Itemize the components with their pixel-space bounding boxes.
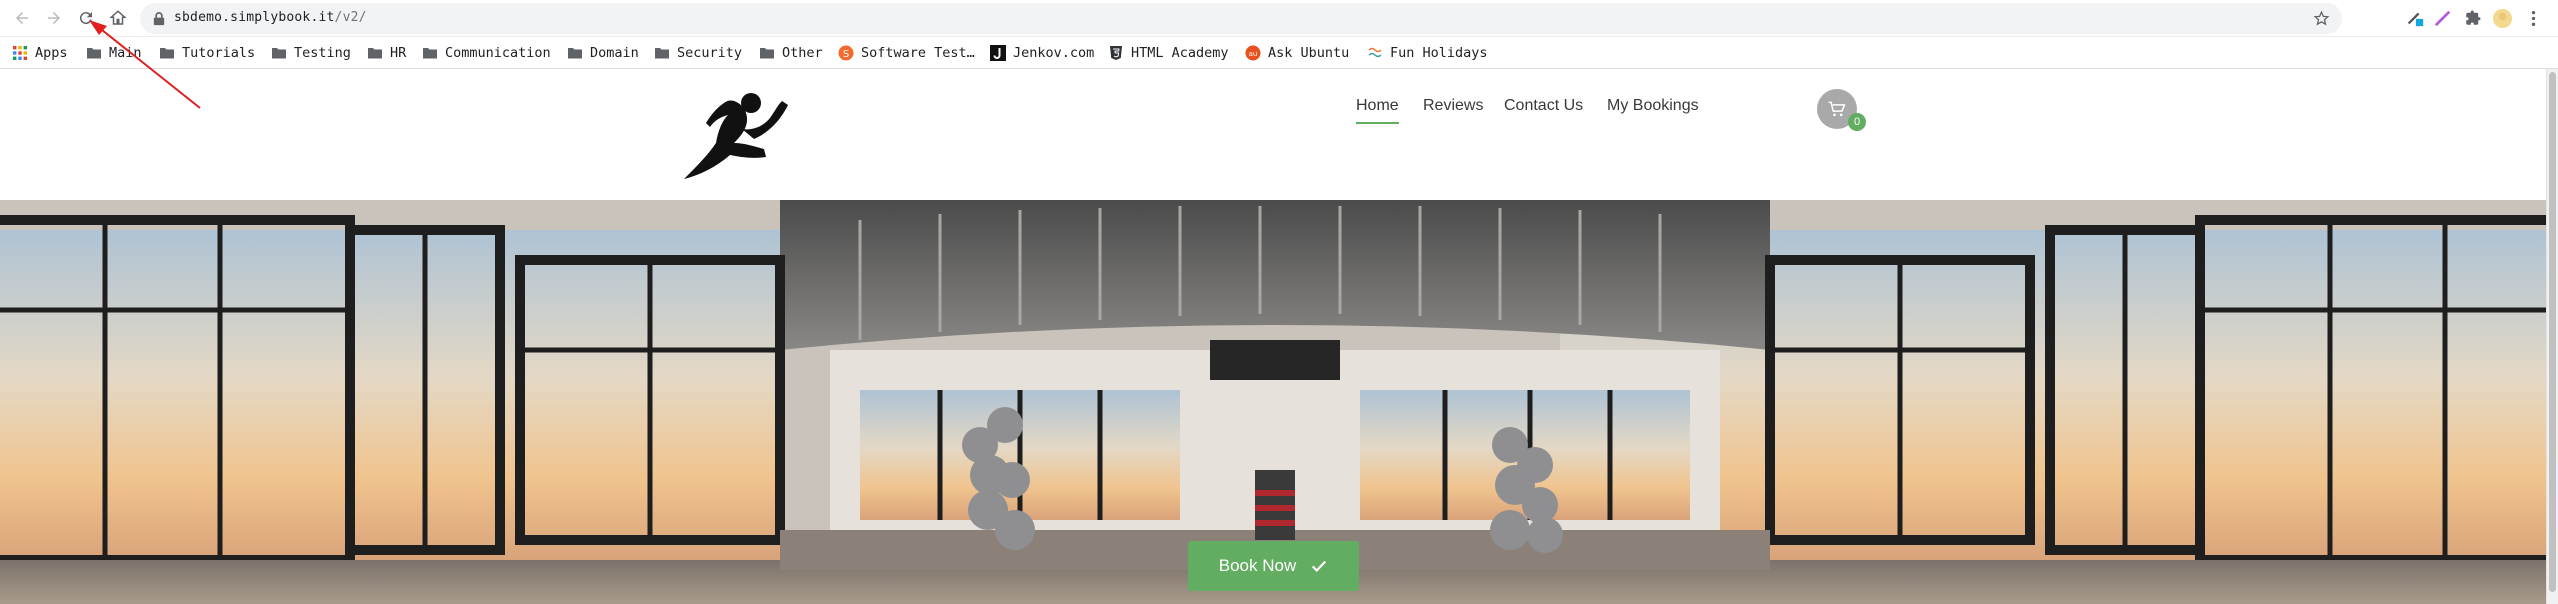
checkmark-icon [1312,560,1327,573]
nav-reviews[interactable]: Reviews [1423,97,1483,122]
scrollbar-thumb[interactable] [2549,72,2556,592]
book-now-button[interactable]: Book Now [1188,541,1359,591]
extension-icon[interactable] [2404,7,2426,29]
bookmark-label: Software Test… [861,45,975,61]
bookmarks-bar: Apps Main Tutorials Testing HR Communica… [0,37,2558,69]
avatar-icon [2492,8,2512,28]
bookmark-ask-ubuntu[interactable]: au Ask Ubuntu [1245,43,1349,63]
html-academy-favicon [1110,46,1122,60]
bookmark-apps[interactable]: Apps [12,43,68,63]
extension-icon[interactable] [2432,7,2454,29]
address-bar[interactable]: sbdemo.simplybook.it/v2/ [140,3,2342,34]
browser-menu-button[interactable] [2522,7,2544,29]
browser-toolbar: sbdemo.simplybook.it/v2/ [0,0,2558,37]
bookmark-label: Testing [294,45,351,61]
software-test-favicon: S [838,45,854,61]
folder-icon [368,48,382,59]
pen-extension-icon [2435,11,2450,26]
bookmark-folder-testing[interactable]: Testing [271,43,351,63]
kebab-menu-icon [2531,10,2535,26]
nav-home[interactable]: Home [1356,97,1399,124]
folder-icon [423,48,437,59]
hero-banner: Book Now [0,200,2546,604]
folder-icon [568,48,582,59]
bookmark-fun-holidays[interactable]: Fun Holidays [1367,43,1488,63]
bookmark-jenkov[interactable]: Jenkov.com [990,43,1094,63]
bookmark-html-academy[interactable]: HTML Academy [1108,43,1229,63]
forward-button[interactable] [40,4,68,32]
bookmark-folder-communication[interactable]: Communication [422,43,551,63]
svg-text:au: au [1249,50,1258,58]
apps-grid-icon [13,46,27,60]
bookmark-label: HR [390,45,407,61]
ask-ubuntu-favicon: au [1245,45,1261,61]
back-arrow-icon [16,12,28,24]
bookmark-star-icon[interactable] [2313,10,2330,27]
runner-logo[interactable] [680,91,794,181]
profile-avatar[interactable] [2491,7,2513,29]
nav-contact-us[interactable]: Contact Us [1504,97,1583,122]
bookmark-label: Security [677,45,743,61]
bookmark-label: Other [782,45,823,61]
bookmark-label: Apps [35,45,68,61]
bookmark-label: Fun Holidays [1390,45,1488,61]
jenkov-favicon [990,45,1006,61]
bookmark-folder-hr[interactable]: HR [367,43,406,63]
svg-text:S: S [843,49,849,60]
folder-icon [272,48,286,59]
bookmark-label: Domain [590,45,639,61]
bookmark-label: Jenkov.com [1013,45,1095,61]
forward-arrow-icon [48,12,60,24]
annotation-arrow-icon [89,20,201,109]
fun-holidays-favicon [1368,47,1382,58]
folder-icon [760,48,774,59]
page-scrollbar[interactable] [2546,69,2558,604]
cart-count-badge: 0 [1848,113,1866,131]
bookmark-label: Communication [445,45,551,61]
bookmark-software-test[interactable]: S Software Test… [838,43,975,63]
nav-my-bookings[interactable]: My Bookings [1607,97,1699,122]
extensions-button[interactable] [2462,7,2484,29]
bookmark-label: Ask Ubuntu [1268,45,1350,61]
bookmark-folder-security[interactable]: Security [654,43,742,63]
bookmark-label: HTML Academy [1131,45,1229,61]
folder-icon [655,48,669,59]
puzzle-piece-icon [2466,10,2481,25]
site-header: Home Reviews Contact Us My Bookings 0 [0,69,2546,200]
color-picker-extension-icon [2407,12,2424,27]
bookmark-folder-other[interactable]: Other [759,43,823,63]
back-button[interactable] [8,4,36,32]
bookmark-folder-domain[interactable]: Domain [567,43,639,63]
shopping-cart-icon [1828,101,1846,117]
book-now-label: Book Now [1218,556,1297,575]
